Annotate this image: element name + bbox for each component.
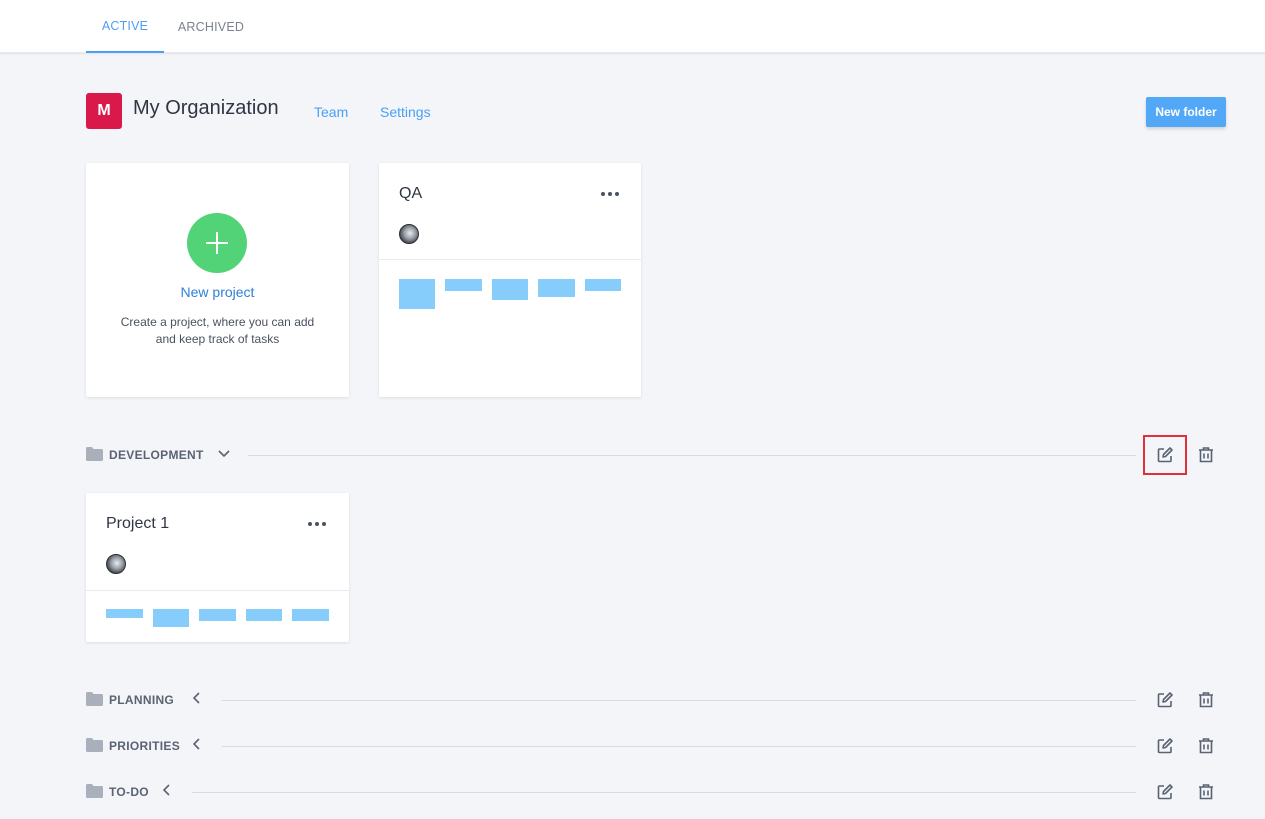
- task-bar: [106, 609, 143, 618]
- more-horizontal-icon[interactable]: [601, 185, 623, 201]
- tab-active[interactable]: ACTIVE: [86, 0, 164, 53]
- task-bar: [292, 609, 329, 621]
- chevron-down-icon[interactable]: [217, 446, 231, 460]
- task-bar: [399, 279, 435, 309]
- task-bar: [246, 609, 282, 621]
- folder-divider: [222, 700, 1136, 701]
- trash-icon[interactable]: [1197, 737, 1215, 755]
- folder-icon: [86, 447, 103, 461]
- new-project-title[interactable]: New project: [86, 284, 349, 300]
- new-folder-button[interactable]: New folder: [1146, 97, 1226, 127]
- folder-divider: [248, 455, 1136, 456]
- chevron-left-icon[interactable]: [190, 691, 204, 705]
- task-bar: [538, 279, 575, 297]
- folder-label[interactable]: PLANNING: [109, 693, 174, 707]
- folder-label[interactable]: PRIORITIES: [109, 739, 180, 753]
- edit-icon[interactable]: [1156, 737, 1174, 755]
- task-bar: [199, 609, 236, 621]
- org-avatar: M: [86, 93, 122, 129]
- team-link[interactable]: Team: [314, 104, 348, 120]
- project-title[interactable]: Project 1: [106, 515, 169, 533]
- chevron-left-icon[interactable]: [160, 783, 174, 797]
- folder-row-to-do: TO-DO: [86, 780, 1226, 804]
- trash-icon[interactable]: [1197, 446, 1215, 464]
- more-horizontal-icon[interactable]: [308, 515, 330, 531]
- settings-link[interactable]: Settings: [380, 104, 431, 120]
- project-card-qa[interactable]: QA: [379, 163, 641, 397]
- task-bar: [445, 279, 482, 291]
- card-divider: [379, 259, 641, 260]
- project-card-project-1[interactable]: Project 1: [86, 493, 349, 642]
- folder-row-development: DEVELOPMENT: [86, 443, 1226, 467]
- edit-icon[interactable]: [1156, 691, 1174, 709]
- folder-row-priorities: PRIORITIES: [86, 734, 1226, 758]
- top-tab-bar: ACTIVE ARCHIVED: [0, 0, 1265, 53]
- task-bar: [153, 609, 189, 627]
- project-title[interactable]: QA: [399, 185, 422, 203]
- trash-icon[interactable]: [1197, 691, 1215, 709]
- tab-archived[interactable]: ARCHIVED: [164, 0, 258, 53]
- card-divider: [86, 590, 349, 591]
- folder-icon: [86, 784, 103, 798]
- task-bar: [492, 279, 528, 300]
- folder-label[interactable]: TO-DO: [109, 785, 149, 799]
- chevron-left-icon[interactable]: [190, 737, 204, 751]
- plus-icon[interactable]: [187, 213, 247, 273]
- user-avatar: [399, 224, 419, 244]
- folder-icon: [86, 738, 103, 752]
- folder-row-planning: PLANNING: [86, 688, 1226, 712]
- new-project-description: Create a project, where you can add and …: [120, 315, 315, 346]
- edit-highlight: [1143, 435, 1187, 475]
- user-avatar: [106, 554, 126, 574]
- folder-icon: [86, 692, 103, 706]
- task-bar: [585, 279, 621, 291]
- folder-divider: [222, 746, 1136, 747]
- folder-divider: [192, 792, 1136, 793]
- folder-label[interactable]: DEVELOPMENT: [109, 448, 204, 462]
- edit-icon[interactable]: [1156, 783, 1174, 801]
- org-name: My Organization: [133, 97, 279, 119]
- new-project-card[interactable]: New project Create a project, where you …: [86, 163, 349, 397]
- trash-icon[interactable]: [1197, 783, 1215, 801]
